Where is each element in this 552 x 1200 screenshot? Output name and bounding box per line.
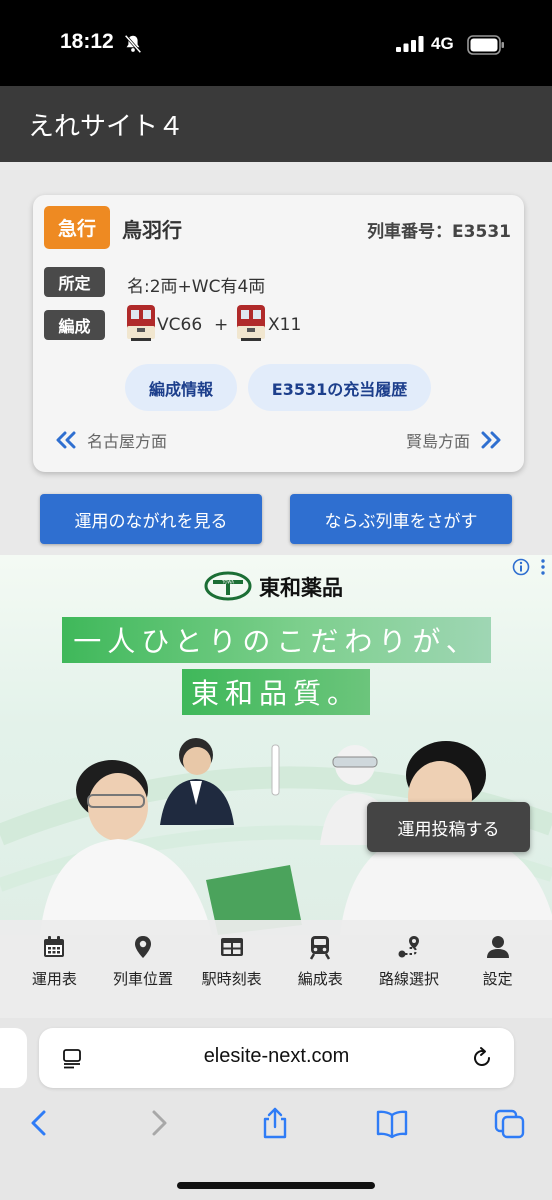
direction-left-label: 名古屋方面 <box>87 432 168 451</box>
home-indicator <box>177 1182 375 1189</box>
address-bar[interactable]: elesite-next.com <box>39 1028 514 1088</box>
train-icon <box>310 936 331 960</box>
formation-info-button[interactable]: 編成情報 <box>125 364 237 411</box>
user-icon <box>486 936 509 958</box>
train-card: 急行 鳥羽行 列車番号：E3531 所定 名:2両+WC有4両 編成 VC66 … <box>33 195 524 472</box>
silent-bell-icon <box>124 34 142 54</box>
share-icon[interactable] <box>259 1106 291 1140</box>
tab-label: 路線選択 <box>378 970 439 988</box>
tab-label: 編成表 <box>297 970 343 988</box>
tab-formation-table[interactable]: 編成表 <box>277 920 363 1018</box>
table-icon <box>220 938 243 956</box>
ad-brand-name: 東和薬品 <box>259 576 343 600</box>
car-label: X11 <box>268 315 302 335</box>
url-text[interactable]: elesite-next.com <box>39 1045 514 1068</box>
train-destination: 鳥羽行 <box>122 218 182 242</box>
train-car-icon <box>127 305 155 341</box>
train-type-badge: 急行 <box>44 206 110 249</box>
app-header: えれサイト４ <box>0 86 552 162</box>
assigned-label: 所定 <box>44 267 105 297</box>
direction-right[interactable]: 賢島方面 <box>406 428 502 452</box>
tab-label: 列車位置 <box>112 970 173 988</box>
assigned-value: 名:2両+WC有4両 <box>127 277 266 297</box>
tab-train-position[interactable]: 列車位置 <box>100 920 186 1018</box>
bottom-tab-bar: 運用表 列車位置 駅時刻表 編成表 路線選択 設定 <box>0 920 552 1018</box>
signal-icon <box>396 36 424 52</box>
tab-label: 駅時刻表 <box>201 970 262 988</box>
forward-icon[interactable] <box>143 1106 175 1140</box>
car-label: VC66 <box>157 315 203 335</box>
assignment-history-button[interactable]: E3531の充当履歴 <box>248 364 431 411</box>
calendar-icon <box>44 936 65 957</box>
train-car-icon <box>237 305 265 341</box>
post-operation-button[interactable]: 運用投稿する <box>367 802 530 852</box>
car-plus: + <box>214 315 229 335</box>
search-parallel-trains-button[interactable]: ならぶ列車をさがす <box>290 494 512 544</box>
ad-banner[interactable]: TOWA 東和薬品 一人ひとりのこだわりが、 東和品質。 <box>0 555 552 935</box>
reload-icon[interactable] <box>470 1046 494 1070</box>
ad-info-icon[interactable] <box>512 558 530 576</box>
ad-slogan-line2: 東和品質。 <box>182 669 370 715</box>
tab-label: 運用表 <box>31 970 77 988</box>
route-icon <box>398 936 419 958</box>
direction-left[interactable]: 名古屋方面 <box>55 428 167 452</box>
location-pin-icon <box>134 936 151 958</box>
app-title[interactable]: えれサイト４ <box>28 106 184 143</box>
double-chevron-left-icon <box>56 431 76 449</box>
ad-options-icon[interactable] <box>539 558 547 576</box>
back-icon[interactable] <box>24 1106 56 1140</box>
network-type: 4G <box>431 34 454 53</box>
double-chevron-right-icon <box>481 431 501 449</box>
direction-right-label: 賢島方面 <box>405 432 470 451</box>
tab-operation-table[interactable]: 運用表 <box>11 920 97 1018</box>
formation-label: 編成 <box>44 310 105 340</box>
status-time: 18:12 <box>60 30 114 53</box>
tabs-overview-icon[interactable] <box>494 1106 526 1140</box>
battery-icon <box>467 35 504 55</box>
tab-label: 設定 <box>482 970 513 988</box>
tab-settings[interactable]: 設定 <box>455 920 541 1018</box>
train-number: 列車番号：E3531 <box>367 222 511 242</box>
svg-text:TOWA: TOWA <box>221 580 234 585</box>
tab-route-select[interactable]: 路線選択 <box>366 920 452 1018</box>
view-operation-flow-button[interactable]: 運用のながれを見る <box>40 494 262 544</box>
towa-logo: TOWA <box>204 571 252 601</box>
bookmarks-icon[interactable] <box>376 1106 408 1140</box>
previous-tab-preview[interactable] <box>0 1028 27 1088</box>
tab-station-timetable[interactable]: 駅時刻表 <box>189 920 275 1018</box>
browser-toolbar: elesite-next.com <box>0 1018 552 1200</box>
status-bar: 18:12 4G <box>0 0 552 86</box>
ad-slogan-line1: 一人ひとりのこだわりが、 <box>62 617 491 663</box>
